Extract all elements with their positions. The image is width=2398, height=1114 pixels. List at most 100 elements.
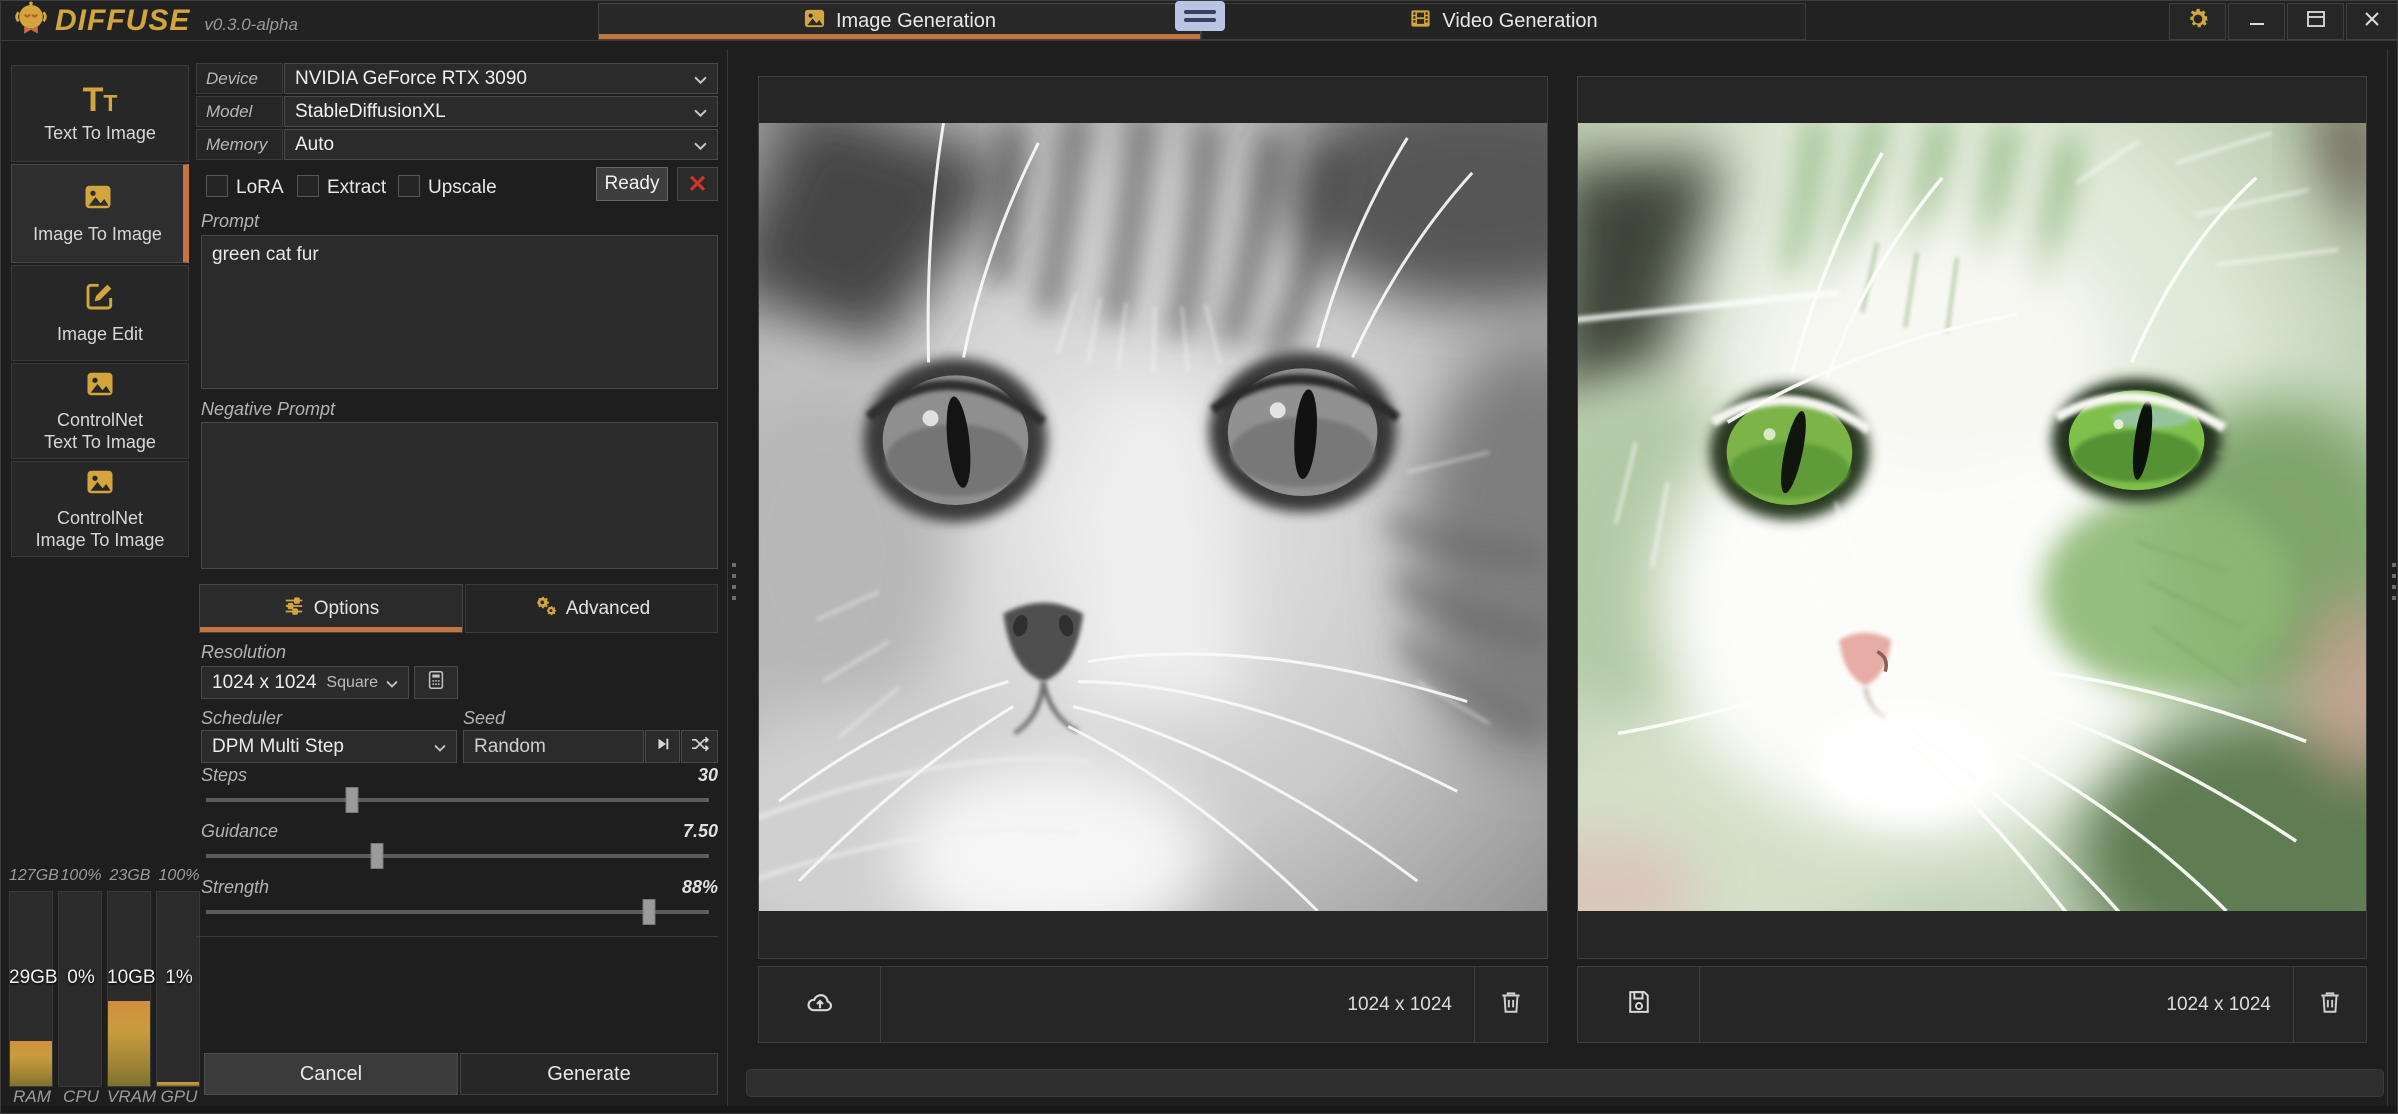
upscale-checkbox[interactable] — [398, 175, 420, 197]
cancel-button[interactable]: Cancel — [204, 1053, 458, 1095]
strength-slider[interactable] — [206, 910, 709, 914]
memory-select[interactable]: Auto — [284, 129, 718, 160]
mascot-icon — [13, 1, 49, 42]
horizontal-scrollbar-thumb[interactable] — [746, 1069, 2384, 1097]
extract-label: Extract — [327, 177, 386, 199]
upload-image-button[interactable] — [759, 967, 881, 1042]
divider — [196, 936, 718, 937]
seed-input[interactable]: Random — [463, 730, 644, 763]
text-icon: TT — [83, 83, 118, 117]
cpu-used: 0% — [58, 967, 104, 989]
shuffle-icon — [690, 734, 710, 759]
settings-button[interactable] — [2169, 3, 2226, 40]
vram-capacity: 23GB — [107, 867, 153, 885]
steps-slider-thumb[interactable] — [345, 787, 358, 813]
window-drag-handle[interactable] — [1175, 1, 1225, 31]
close-button[interactable] — [2346, 3, 2398, 40]
generate-button[interactable]: Generate — [460, 1053, 718, 1095]
gpu-used: 1% — [156, 967, 202, 989]
window-bottom-edge — [1, 1106, 2398, 1114]
cpu-label: CPU — [58, 1087, 104, 1107]
sidebar-item-text-to-image[interactable]: TT Text To Image — [11, 65, 189, 162]
sidebar-item-label: Image Edit — [57, 324, 143, 346]
tab-image-generation[interactable]: Image Generation — [598, 3, 1201, 40]
tab-label: Video Generation — [1442, 10, 1597, 33]
strength-label: Strength — [201, 877, 269, 898]
guidance-label: Guidance — [201, 821, 278, 842]
input-image-panel[interactable] — [758, 76, 1548, 959]
cpu-meter — [58, 891, 102, 1087]
input-image-toolbar: 1024 x 1024 — [758, 966, 1548, 1043]
model-select[interactable]: StableDiffusionXL — [284, 96, 718, 127]
minimize-button[interactable] — [2228, 3, 2285, 40]
chevron-down-icon — [434, 736, 446, 758]
steps-label: Steps — [201, 765, 247, 786]
save-image-button[interactable] — [1578, 967, 1700, 1042]
unload-model-button[interactable]: ✕ — [677, 167, 718, 201]
steps-slider[interactable] — [206, 798, 709, 802]
scheduler-select[interactable]: DPM Multi Step — [201, 730, 457, 763]
prompt-input[interactable]: green cat fur — [201, 235, 718, 389]
device-select[interactable]: NVIDIA GeForce RTX 3090 — [284, 63, 718, 94]
device-label: Device — [196, 63, 283, 94]
sidebar-item-controlnet-image-to-image[interactable]: ControlNet Image To Image — [11, 461, 189, 557]
memory-label: Memory — [196, 129, 283, 160]
maximize-button[interactable] — [2287, 3, 2344, 40]
steps-value: 30 — [618, 765, 718, 786]
film-icon — [1409, 7, 1432, 36]
ram-label: RAM — [9, 1087, 55, 1107]
sidebar-item-image-to-image[interactable]: Image To Image — [11, 164, 189, 263]
sliders-icon — [283, 595, 305, 623]
guidance-slider[interactable] — [206, 854, 709, 858]
trash-icon — [2317, 988, 2343, 1021]
input-image-grayscale-cat — [759, 123, 1547, 911]
aspect-preset-select[interactable]: Square — [326, 674, 378, 692]
gears-icon — [533, 595, 557, 623]
chevron-down-icon — [694, 101, 707, 123]
image-icon — [81, 182, 115, 218]
left-splitter-grip[interactable] — [732, 563, 736, 600]
output-image-size: 1024 x 1024 — [2166, 994, 2293, 1016]
app-name: DIFFUSE — [55, 4, 190, 38]
vram-used: 10GB — [107, 967, 153, 989]
sidebar-item-label-line2: Image To Image — [36, 530, 165, 552]
reuse-seed-button[interactable] — [645, 730, 680, 763]
image-icon — [83, 467, 117, 503]
upscale-label: Upscale — [428, 177, 497, 199]
tab-options[interactable]: Options — [199, 584, 463, 633]
gpu-meter — [156, 891, 200, 1087]
chevron-down-icon — [694, 68, 707, 90]
sidebar-item-image-edit[interactable]: Image Edit — [11, 265, 189, 361]
resolution-field[interactable]: 1024 x 1024 Square — [201, 666, 409, 699]
output-image-panel[interactable] — [1577, 76, 2367, 959]
tab-advanced[interactable]: Advanced — [465, 584, 718, 633]
vram-meter — [107, 891, 151, 1087]
app-version: v0.3.0-alpha — [204, 15, 298, 35]
negative-prompt-label: Negative Prompt — [201, 399, 335, 420]
sidebar-item-controlnet-text-to-image[interactable]: ControlNet Text To Image — [11, 363, 189, 459]
vram-meter-fill — [108, 1001, 150, 1086]
clear-input-image-button[interactable] — [1474, 967, 1547, 1042]
right-splitter[interactable] — [2387, 49, 2388, 1114]
right-splitter-grip[interactable] — [2392, 563, 2396, 600]
randomize-seed-button[interactable] — [681, 730, 718, 763]
lora-checkbox[interactable] — [206, 175, 228, 197]
cpu-capacity: 100% — [58, 867, 104, 885]
ram-used: 29GB — [9, 967, 55, 989]
model-label: Model — [196, 96, 283, 127]
extract-checkbox[interactable] — [297, 175, 319, 197]
edit-icon — [84, 280, 116, 318]
sidebar-item-label-line2: Text To Image — [44, 432, 156, 454]
tab-video-generation[interactable]: Video Generation — [1201, 3, 1806, 40]
strength-slider-thumb[interactable] — [642, 899, 655, 925]
negative-prompt-input[interactable] — [201, 422, 718, 569]
output-image-green-cat — [1578, 123, 2366, 911]
lora-label: LoRA — [236, 177, 284, 199]
resolution-calculator-button[interactable] — [414, 666, 458, 699]
guidance-slider-thumb[interactable] — [371, 843, 384, 869]
clear-output-image-button[interactable] — [2293, 967, 2366, 1042]
active-tab-underline — [599, 34, 1200, 39]
sidebar-item-label: Text To Image — [44, 123, 156, 145]
left-splitter[interactable] — [727, 49, 728, 1114]
resolution-label: Resolution — [201, 642, 286, 663]
